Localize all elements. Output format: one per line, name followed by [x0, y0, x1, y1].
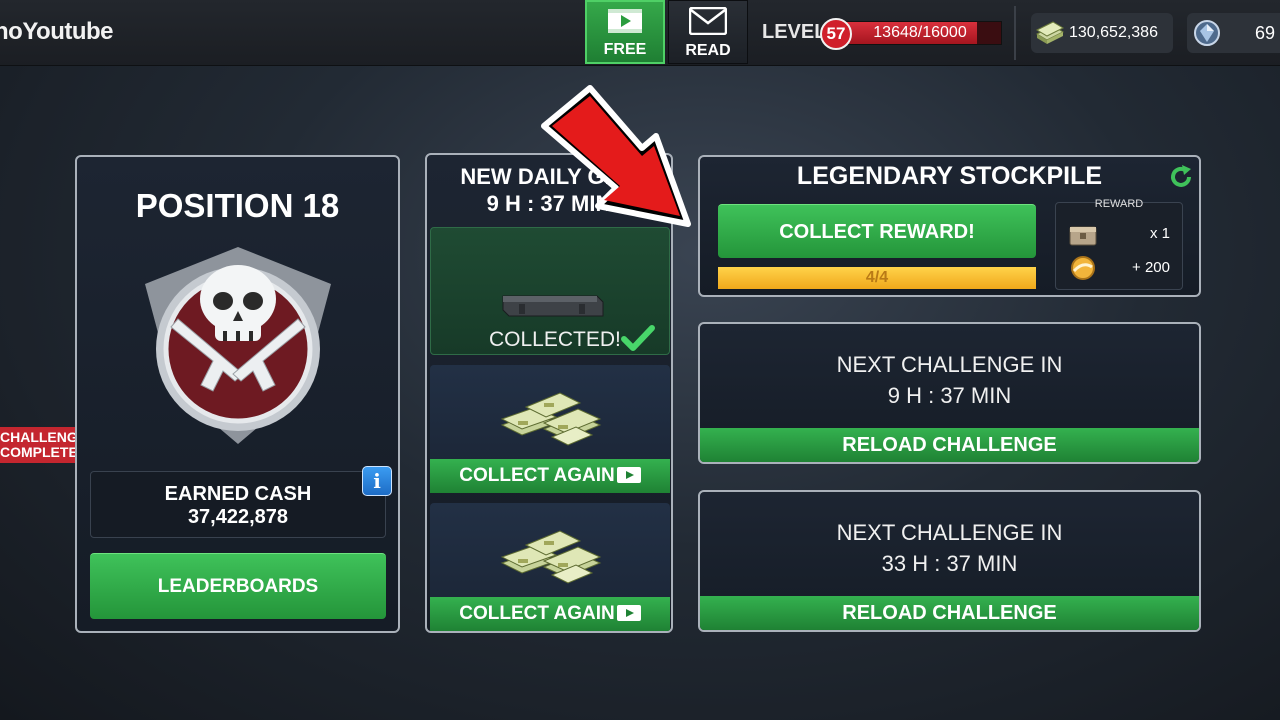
position-title: POSITION 18	[135, 187, 340, 224]
xp-text: 13648/16000	[873, 24, 967, 41]
next-challenge-text-2: NEXT CHALLENGE IN 33 H : 37 MIN	[700, 517, 1199, 579]
collect-again-label-2: COLLECT AGAIN	[459, 603, 615, 624]
reward-item-qty: x 1	[1149, 225, 1170, 242]
next-challenge-panel-1: NEXT CHALLENGE IN 9 H : 37 MIN RELOAD CH…	[698, 322, 1201, 464]
reward-row-gold: + 200	[1068, 255, 1170, 285]
top-bar: noYoutube FREE READ LEVEL 13648/16000 57	[0, 0, 1280, 66]
next-challenge-panel-2: NEXT CHALLENGE IN 33 H : 37 MIN RELOAD C…	[698, 490, 1201, 632]
gem-counter[interactable]: 69	[1187, 13, 1280, 53]
level-badge: 57	[820, 18, 852, 50]
position-panel: POSITION 18 EARNED CASH 37,422,878 i LEA…	[75, 155, 400, 633]
envelope-icon	[669, 6, 747, 40]
skull-pistols-emblem-icon	[143, 239, 333, 453]
next-challenge-timer: 9 H : 37 MIN	[887, 383, 1012, 408]
gift-slot-collected: COLLECTED!	[430, 227, 670, 355]
gift-slot-cash-2: COLLECT AGAIN	[430, 503, 670, 631]
next-challenge-label: NEXT CHALLENGE IN	[836, 520, 1063, 545]
video-ad-icon	[616, 467, 641, 483]
earned-cash-box: EARNED CASH 37,422,878	[90, 471, 386, 538]
reward-gold-qty: + 200	[1132, 259, 1170, 276]
reward-row-item: x 1	[1068, 221, 1170, 251]
earned-cash-value: 37,422,878	[187, 506, 289, 528]
stockpile-title: LEGENDARY STOCKPILE	[796, 162, 1103, 190]
earned-cash-label: EARNED CASH	[164, 483, 312, 505]
collect-again-button-1[interactable]: COLLECT AGAIN	[430, 459, 670, 493]
free-video-button[interactable]: FREE	[585, 0, 665, 64]
reload-challenge-button-2[interactable]: RELOAD CHALLENGE	[700, 596, 1199, 630]
divider	[1014, 6, 1016, 60]
collect-again-label-1: COLLECT AGAIN	[459, 465, 615, 486]
weapon-crate-icon	[499, 290, 605, 326]
next-challenge-timer: 33 H : 37 MIN	[881, 551, 1018, 576]
next-challenge-text-1: NEXT CHALLENGE IN 9 H : 37 MIN	[700, 349, 1199, 411]
video-ad-icon	[616, 605, 641, 621]
gift-slot-cash-1: COLLECT AGAIN	[430, 365, 670, 493]
gold-medal-icon	[1068, 256, 1098, 285]
xp-progress-bar: 13648/16000	[838, 21, 1002, 45]
collect-reward-button[interactable]: COLLECT REWARD!	[718, 204, 1036, 258]
red-arrow-icon	[538, 82, 694, 236]
info-icon[interactable]: i	[362, 466, 392, 496]
leaderboards-button[interactable]: LEADERBOARDS	[90, 553, 386, 619]
collect-again-button-2[interactable]: COLLECT AGAIN	[430, 597, 670, 631]
read-label: READ	[685, 42, 731, 59]
level-label: LEVEL	[762, 21, 827, 43]
cash-counter[interactable]: 130,652,386	[1031, 13, 1173, 53]
cash-stack-icon	[1035, 20, 1065, 51]
legendary-stockpile-panel: LEGENDARY STOCKPILE COLLECT REWARD! 4/4 …	[698, 155, 1201, 297]
stockpile-progress-text: 4/4	[865, 269, 889, 286]
collected-label: COLLECTED!	[489, 328, 621, 351]
player-name: noYoutube	[0, 18, 114, 45]
reward-box: REWARD x 1 + 200	[1055, 198, 1183, 290]
next-challenge-label: NEXT CHALLENGE IN	[836, 352, 1063, 377]
checkmark-icon	[621, 324, 655, 356]
reward-label: REWARD	[1094, 198, 1144, 210]
cash-value: 130,652,386	[1069, 24, 1158, 41]
gem-icon	[1193, 19, 1221, 52]
video-icon	[587, 8, 663, 39]
cash-bundle-icon	[496, 523, 606, 593]
read-mail-button[interactable]: READ	[668, 0, 748, 64]
stockpile-progress-bar: 4/4	[718, 267, 1036, 289]
free-label: FREE	[603, 41, 647, 58]
gem-value: 69	[1255, 23, 1276, 43]
reload-challenge-button-1[interactable]: RELOAD CHALLENGE	[700, 428, 1199, 462]
refresh-icon[interactable]	[1168, 164, 1194, 194]
loot-crate-icon	[1068, 226, 1098, 251]
cash-bundle-icon	[496, 385, 606, 455]
